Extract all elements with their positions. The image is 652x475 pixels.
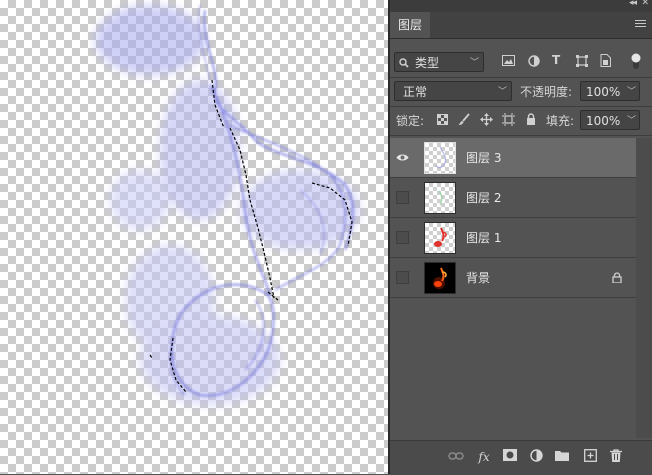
layer-list: 图层 3 图层 2 图层 1 背景 <box>390 138 636 438</box>
eye-icon[interactable] <box>396 151 409 164</box>
lock-fill-row: 锁定: 填充: 100% ﹀ <box>390 108 652 132</box>
visibility-toggle[interactable] <box>396 231 409 244</box>
opacity-label: 不透明度: <box>520 85 573 99</box>
layer-name[interactable]: 图层 3 <box>466 138 501 178</box>
layer-list-scrollbar[interactable] <box>636 138 652 438</box>
new-adjustment-layer-icon[interactable] <box>528 449 544 465</box>
lock-all-icon[interactable] <box>526 113 536 128</box>
delete-layer-trash-icon[interactable] <box>608 449 624 465</box>
layers-panel: ◂◂ ✕ 图层 类型 ﹀ T 正常 ﹀ 不透明度: 100% ﹀ 锁定: 填充:… <box>390 0 652 475</box>
close-panel-icon[interactable]: ✕ <box>641 0 648 8</box>
separator <box>390 106 652 107</box>
lock-artboard-icon[interactable] <box>502 113 515 129</box>
opacity-value: 100% <box>586 85 621 99</box>
fill-field[interactable]: 100% ﹀ <box>580 110 640 130</box>
visibility-toggle[interactable] <box>396 271 409 284</box>
chevron-down-icon[interactable]: ﹀ <box>627 111 636 131</box>
layer-thumbnail[interactable] <box>424 222 456 254</box>
filter-type-icon[interactable]: T <box>552 53 560 67</box>
search-icon <box>399 53 409 73</box>
lock-position-icon[interactable] <box>480 113 493 129</box>
filter-kind-label: 类型 <box>415 56 440 70</box>
lock-label: 锁定: <box>396 114 425 128</box>
lock-icon <box>612 272 622 284</box>
layer-row[interactable]: 图层 2 <box>390 178 636 218</box>
filter-smart-object-icon[interactable] <box>600 54 611 70</box>
layer-name[interactable]: 背景 <box>466 258 490 298</box>
blend-mode-value: 正常 <box>403 85 428 99</box>
panel-title-bar: ◂◂ ✕ <box>390 0 652 12</box>
filter-toggle-switch[interactable] <box>630 52 642 73</box>
separator <box>390 77 652 78</box>
panel-menu-icon[interactable] <box>635 20 646 29</box>
collapse-panel-icon[interactable]: ◂◂ <box>629 0 637 8</box>
layer-row[interactable]: 背景 <box>390 258 636 298</box>
layer-name[interactable]: 图层 2 <box>466 178 501 218</box>
separator <box>390 135 652 136</box>
fill-label: 填充: <box>546 114 575 128</box>
blend-opacity-row: 正常 ﹀ 不透明度: 100% ﹀ <box>390 79 652 103</box>
add-mask-icon[interactable] <box>502 449 518 465</box>
blend-mode-dropdown[interactable]: 正常 ﹀ <box>394 81 512 101</box>
lock-image-pixels-icon[interactable] <box>458 113 470 129</box>
filter-kind-dropdown[interactable]: 类型 ﹀ <box>394 52 484 72</box>
layers-bottom-toolbar: fx <box>390 440 652 475</box>
layer-thumbnail[interactable] <box>424 262 456 294</box>
layer-style-fx-icon[interactable]: fx <box>476 449 492 465</box>
fill-value: 100% <box>586 114 621 128</box>
layer-thumbnail[interactable] <box>424 142 456 174</box>
document-canvas[interactable] <box>0 0 388 474</box>
new-group-folder-icon[interactable] <box>554 449 570 465</box>
visibility-toggle[interactable] <box>396 191 409 204</box>
filter-shape-icon[interactable] <box>576 55 588 70</box>
layer-name[interactable]: 图层 1 <box>466 218 501 258</box>
filter-pixel-icon[interactable] <box>502 55 515 69</box>
layer-artwork <box>95 4 360 405</box>
chevron-down-icon: ﹀ <box>469 58 479 68</box>
filter-adjustment-icon[interactable] <box>528 55 540 70</box>
layer-filter-row: 类型 ﹀ T <box>390 50 652 74</box>
layer-thumbnail[interactable] <box>424 182 456 214</box>
layer-row[interactable]: 图层 1 <box>390 218 636 258</box>
chevron-down-icon[interactable]: ﹀ <box>627 82 636 102</box>
opacity-field[interactable]: 100% ﹀ <box>580 81 640 101</box>
chevron-down-icon: ﹀ <box>497 87 507 97</box>
lock-transparent-pixels-icon[interactable] <box>437 114 448 128</box>
link-layers-icon[interactable] <box>448 449 464 465</box>
tab-layers[interactable]: 图层 <box>390 12 430 38</box>
new-layer-icon[interactable] <box>582 449 598 465</box>
layer-row[interactable]: 图层 3 <box>390 138 636 178</box>
panel-tab-row: 图层 <box>390 12 652 39</box>
